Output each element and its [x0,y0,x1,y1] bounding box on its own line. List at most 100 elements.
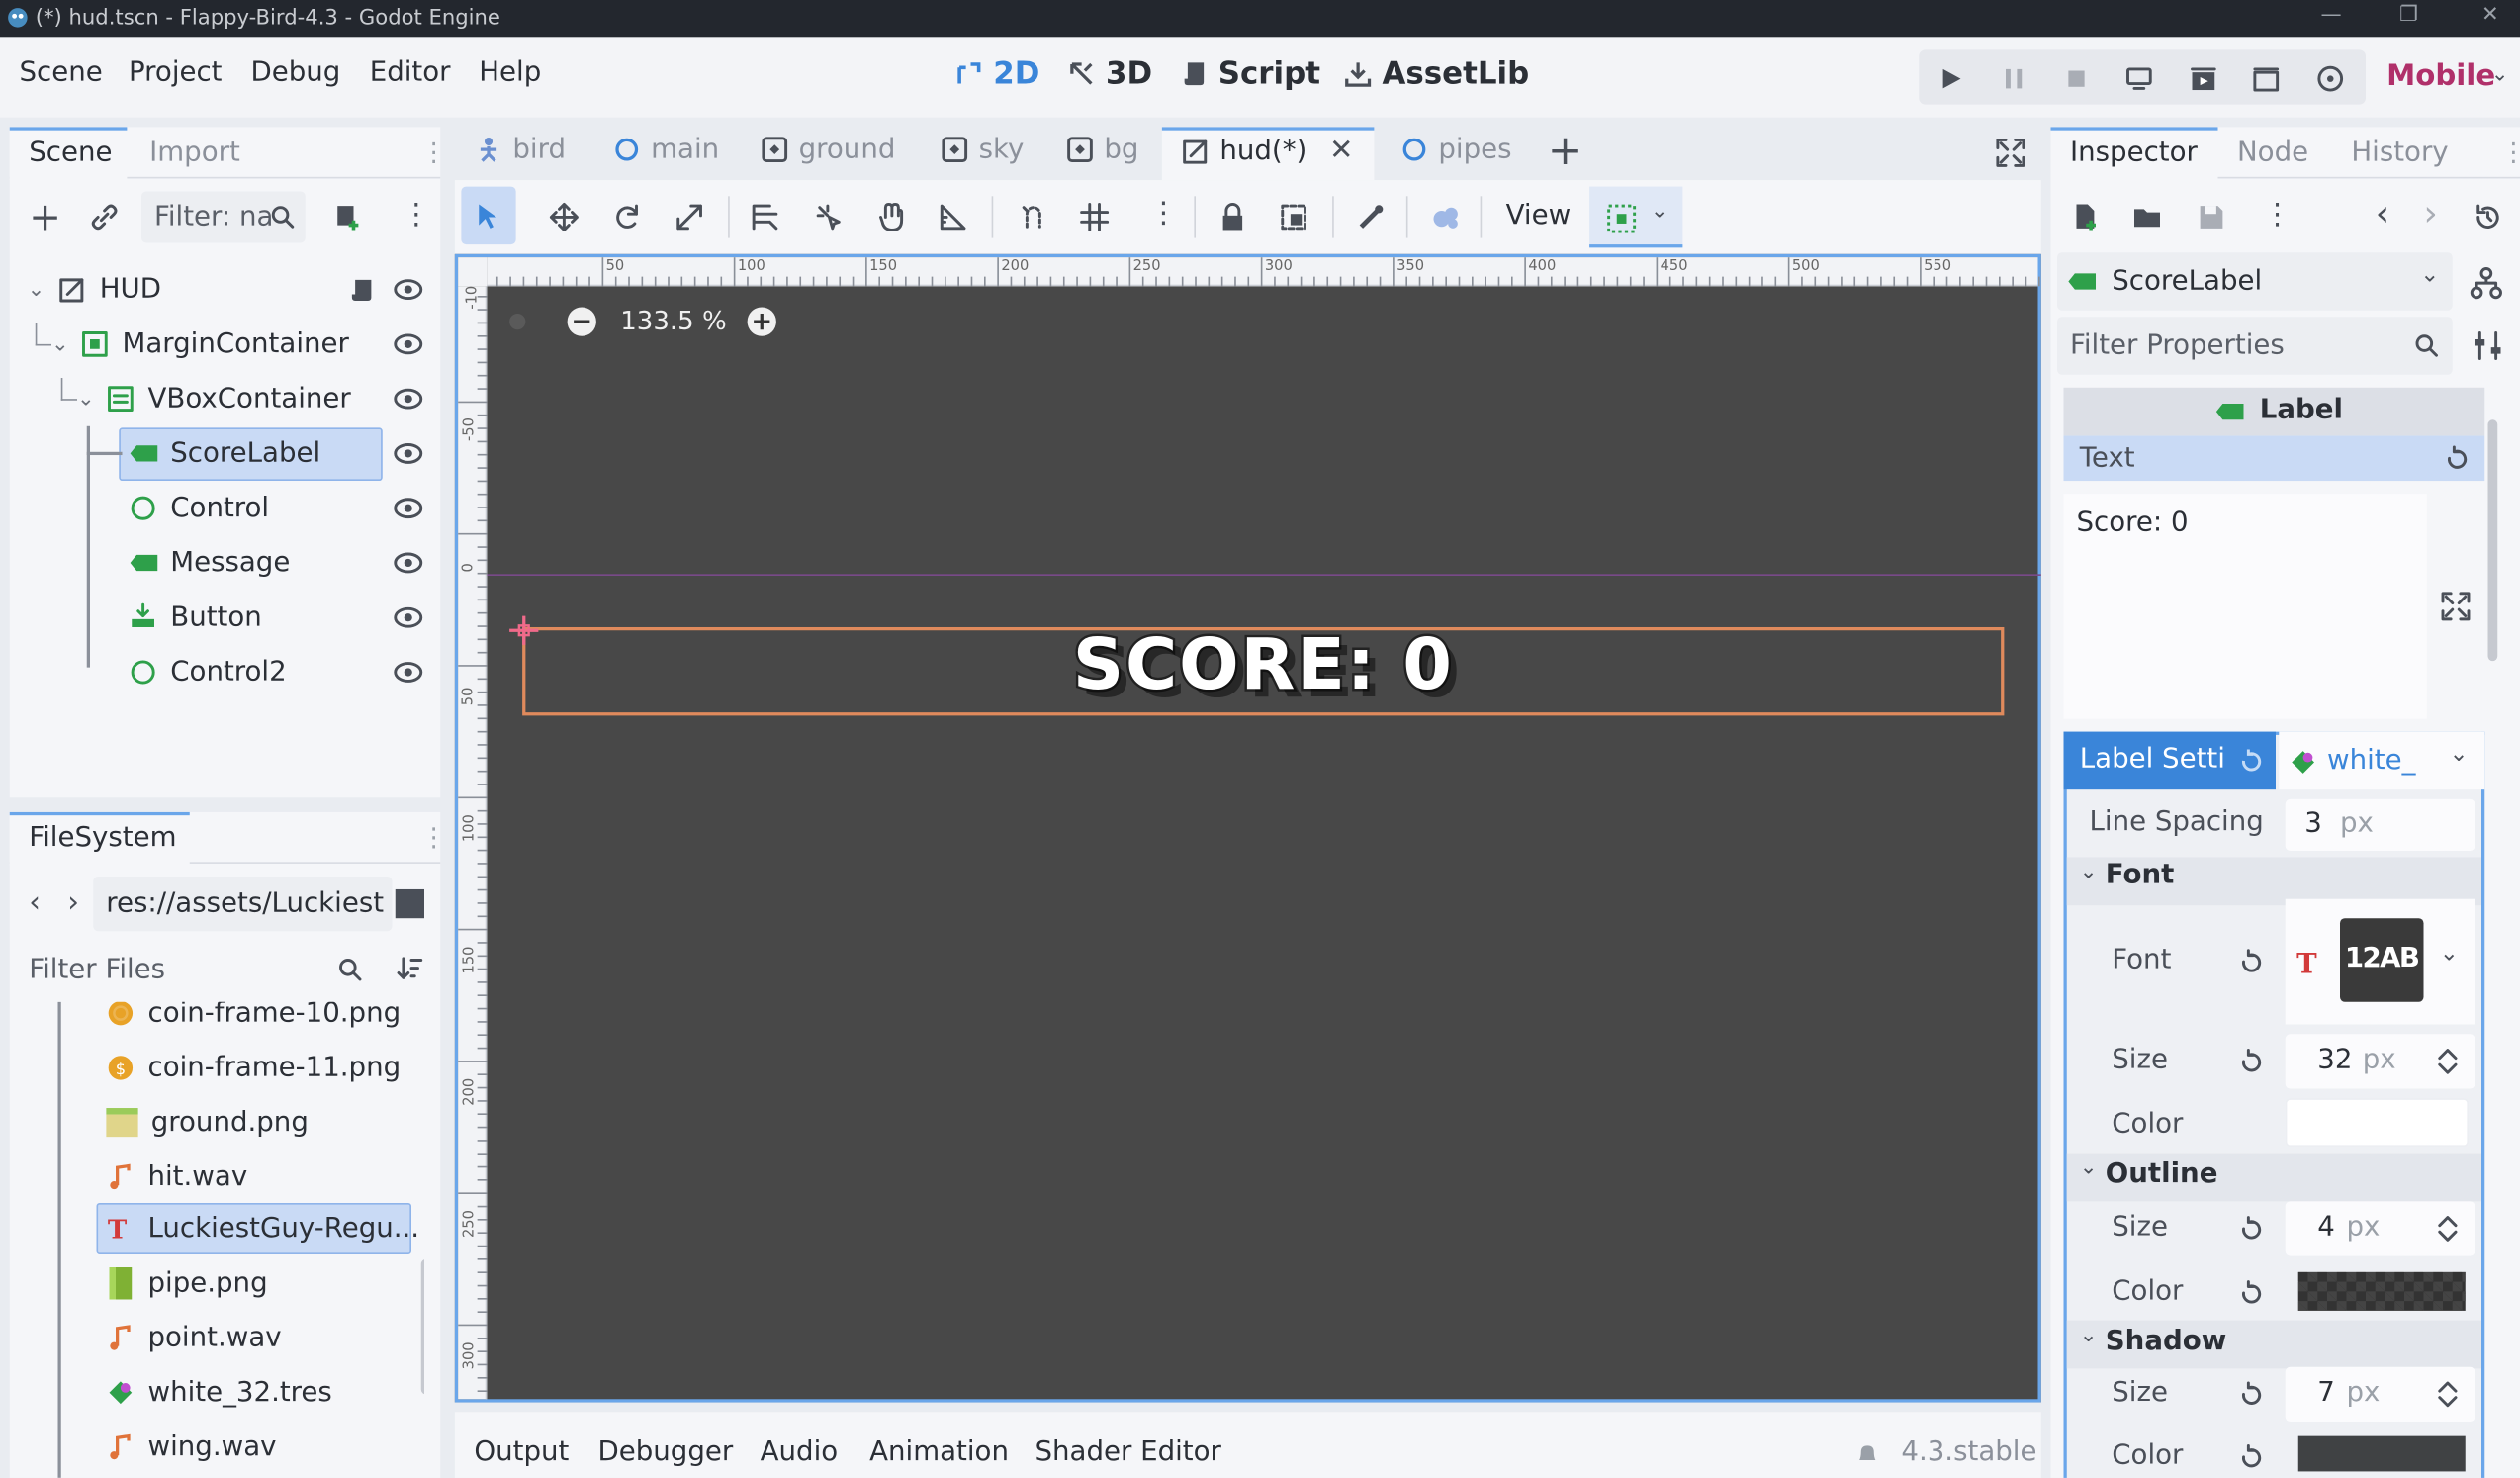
scene-options-icon[interactable]: ⋮ [402,198,430,231]
lock-icon[interactable] [1216,201,1249,233]
pivot-mode-icon[interactable] [813,201,846,233]
play-icon[interactable] [1938,66,1964,92]
tab-sky[interactable]: sky [941,134,1024,165]
spinner-arrows-icon[interactable] [2437,1380,2460,1409]
tab-output[interactable]: Output [474,1436,569,1469]
tree-node-vboxcontainer[interactable]: ⌄ VBoxContainer [23,375,441,423]
tab-audio[interactable]: Audio [761,1436,839,1469]
revert-icon[interactable] [2237,1442,2266,1471]
close-window-button[interactable]: ✕ [2481,3,2499,27]
distraction-free-icon[interactable] [1995,137,2027,169]
collapse-arrow-icon[interactable]: ⌄ [28,277,45,301]
notification-bell-icon[interactable] [1853,1439,1882,1468]
node-selector[interactable]: ScoreLabel ⌄ [2057,252,2453,311]
zoom-out-button[interactable] [567,307,596,336]
path-field[interactable]: res://assets/Luckiest [93,876,393,932]
scale-mode-icon[interactable] [674,201,706,233]
tab-pipes[interactable]: pipes [1399,134,1512,165]
tree-node-button[interactable]: Button [23,594,441,642]
list-item[interactable]: hit.wav [106,1154,247,1202]
menu-scene[interactable]: Scene [20,56,103,89]
minimize-button[interactable]: — [2321,3,2342,27]
remote-debug-icon[interactable] [2124,64,2153,93]
dock-menu-icon[interactable]: ⋮ [2501,137,2520,167]
tree-node-control2[interactable]: Control2 [23,648,441,696]
inspector-settings-icon[interactable] [2472,329,2504,362]
tab-history[interactable]: History [2351,137,2448,169]
new-resource-icon[interactable] [2070,201,2103,233]
outline-section-header[interactable]: Outline [2106,1157,2218,1190]
collapse-arrow-icon[interactable]: ⌄ [2080,861,2098,884]
chevron-down-icon[interactable]: ⌄ [2491,62,2509,86]
workspace-assetlib-button[interactable]: AssetLib [1344,56,1529,92]
smart-snap-icon[interactable] [1018,201,1050,233]
collapse-arrow-icon[interactable]: ⌄ [77,387,95,411]
attach-script-icon[interactable] [331,201,364,233]
play-custom-scene-icon[interactable] [2252,64,2281,93]
tab-main[interactable]: main [612,134,719,165]
tab-ground[interactable]: ground [761,134,895,165]
add-node-icon[interactable]: + [29,198,61,236]
list-item[interactable]: point.wav [106,1314,282,1362]
stop-icon[interactable] [2064,66,2090,92]
tab-hud[interactable]: hud(*) ✕ [1181,134,1354,167]
tab-inspector[interactable]: Inspector [2070,137,2198,169]
list-item[interactable]: white_32.tres [106,1368,332,1417]
visibility-eye-icon[interactable] [393,604,425,630]
menu-debug[interactable]: Debug [251,56,341,89]
visibility-eye-icon[interactable] [393,386,425,412]
anchor-presets-button[interactable]: ⌄ [1589,186,1683,248]
tree-node-control[interactable]: Control [23,484,441,532]
sort-icon[interactable] [396,954,424,982]
select-mode-icon[interactable] [474,201,502,230]
back-icon[interactable]: ‹ [29,886,41,920]
zoom-level[interactable]: 133.5 % [620,306,726,336]
open-folder-icon[interactable] [2131,201,2164,233]
tab-scene[interactable]: Scene [29,137,112,169]
tab-import[interactable]: Import [149,137,240,169]
visibility-eye-icon[interactable] [393,331,425,357]
snap-options-icon[interactable]: ⋮ [1149,196,1178,230]
collapse-arrow-icon[interactable]: ⌄ [2080,1324,2098,1347]
menu-project[interactable]: Project [129,56,223,89]
revert-icon[interactable] [2237,746,2266,775]
tab-node[interactable]: Node [2237,137,2308,169]
shadow-color-swatch[interactable] [2297,1435,2466,1472]
tab-bg[interactable]: bg [1065,134,1138,165]
font-size-field[interactable]: 32 px [2285,1034,2475,1089]
revert-icon[interactable] [2237,1380,2266,1409]
text-property-row[interactable]: Text [2063,435,2485,482]
resource-options-icon[interactable]: ⋮ [2263,198,2292,231]
shadow-section-header[interactable]: Shadow [2106,1325,2226,1357]
outline-size-field[interactable]: 4 px [2285,1201,2475,1256]
visibility-eye-icon[interactable] [393,277,425,303]
revert-icon[interactable] [2237,1214,2266,1243]
collapse-arrow-icon[interactable]: ⌄ [2080,1156,2098,1180]
list-item[interactable]: pipe.png [106,1259,268,1308]
move-mode-icon[interactable] [548,201,581,233]
maximize-button[interactable]: ❐ [2399,3,2418,27]
list-item[interactable]: coin-frame-10.png [106,1001,401,1038]
group-icon[interactable] [1278,201,1310,233]
list-item[interactable]: ground.png [106,1098,309,1147]
object-history-icon[interactable] [2472,201,2504,233]
label-settings-resource-picker[interactable]: white_ ⌄ [2279,731,2485,790]
visibility-eye-icon[interactable] [393,550,425,576]
filter-properties-input[interactable]: Filter Properties [2057,317,2453,375]
view-menu[interactable]: View [1506,200,1572,232]
tab-filesystem[interactable]: FileSystem [29,822,176,855]
list-item[interactable]: T LuckiestGuy-Regu... [106,1205,419,1253]
history-back-icon[interactable]: ‹ [2376,195,2389,235]
visibility-eye-icon[interactable] [393,440,425,466]
font-resource-picker[interactable]: T 12AB ⌄ [2285,898,2475,1025]
dock-menu-icon[interactable]: ⋮ [421,137,447,167]
viewport-settings-icon[interactable] [501,306,534,338]
scrollbar[interactable] [420,1258,424,1395]
play-scene-icon[interactable] [2189,64,2217,93]
pause-icon[interactable] [2001,66,2026,92]
tree-node-margincontainer[interactable]: ⌄ MarginContainer [23,320,441,368]
list-item[interactable]: $ coin-frame-11.png [106,1044,401,1092]
split-view-icon[interactable] [395,888,424,919]
chevron-down-icon[interactable]: ⌄ [2440,941,2459,967]
collapse-arrow-icon[interactable]: ⌄ [51,332,69,356]
